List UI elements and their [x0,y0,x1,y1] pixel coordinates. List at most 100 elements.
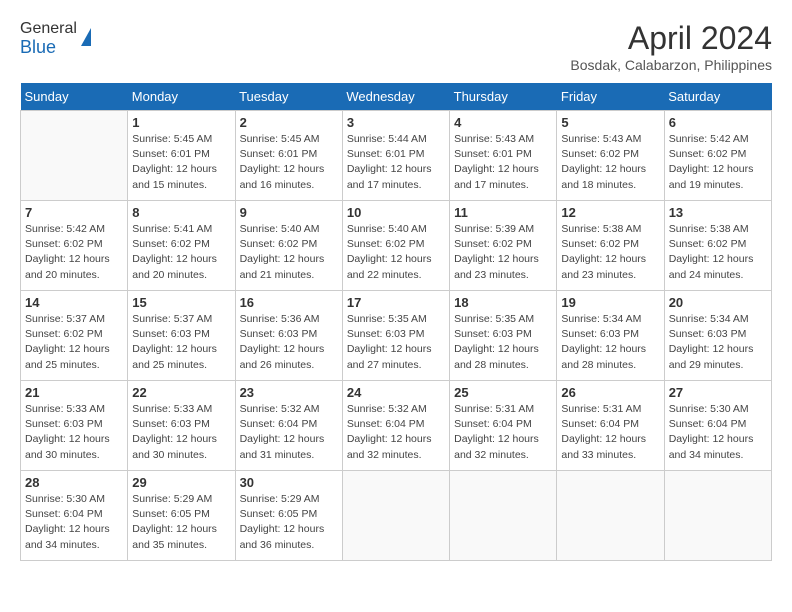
calendar-cell: 3 Sunrise: 5:44 AM Sunset: 6:01 PM Daylig… [342,111,449,201]
day-info: Sunrise: 5:29 AM Sunset: 6:05 PM Dayligh… [240,492,338,553]
calendar-cell: 4Sunrise: 5:43 AM Sunset: 6:01 PM Daylig… [450,111,557,201]
day-number: 25 [454,385,552,400]
day-number: 8 [132,205,230,220]
day-info: Sunrise: 5:34 AM Sunset: 6:03 PM Dayligh… [669,312,767,373]
calendar-week-row: 28 Sunrise: 5:30 AM Sunset: 6:04 PM Dayli… [21,471,772,561]
day-info: Sunrise: 5:35 AM Sunset: 6:03 PM Dayligh… [347,312,445,373]
calendar-cell: 15 Sunrise: 5:37 AM Sunset: 6:03 PM Dayli… [128,291,235,381]
column-header-wednesday: Wednesday [342,83,449,111]
day-number: 15 [132,295,230,310]
calendar-week-row: 7 Sunrise: 5:42 AM Sunset: 6:02 PM Daylig… [21,201,772,291]
day-number: 7 [25,205,123,220]
day-number: 9 [240,205,338,220]
calendar-cell: 14Sunrise: 5:37 AM Sunset: 6:02 PM Dayli… [21,291,128,381]
calendar-cell: 7 Sunrise: 5:42 AM Sunset: 6:02 PM Daylig… [21,201,128,291]
calendar-cell: 28 Sunrise: 5:30 AM Sunset: 6:04 PM Dayli… [21,471,128,561]
calendar-cell: 26 Sunrise: 5:31 AM Sunset: 6:04 PM Dayli… [557,381,664,471]
logo-general: General [20,20,77,38]
page-header: General Blue April 2024 Bosdak, Calabarz… [20,20,772,73]
location-subtitle: Bosdak, Calabarzon, Philippines [570,57,772,73]
calendar-cell [450,471,557,561]
day-number: 11 [454,205,552,220]
calendar-cell: 13 Sunrise: 5:38 AM Sunset: 6:02 PM Dayli… [664,201,771,291]
day-info: Sunrise: 5:43 AM Sunset: 6:02 PM Dayligh… [561,132,659,193]
day-info: Sunrise: 5:45 AM Sunset: 6:01 PM Dayligh… [240,132,338,193]
day-number: 5 [561,115,659,130]
column-header-thursday: Thursday [450,83,557,111]
day-number: 18 [454,295,552,310]
day-number: 23 [240,385,338,400]
column-header-tuesday: Tuesday [235,83,342,111]
calendar-cell: 20Sunrise: 5:34 AM Sunset: 6:03 PM Dayli… [664,291,771,381]
calendar-header-row: SundayMondayTuesdayWednesdayThursdayFrid… [21,83,772,111]
calendar-cell: 8 Sunrise: 5:41 AM Sunset: 6:02 PM Daylig… [128,201,235,291]
logo-text: General Blue [20,20,77,57]
day-info: Sunrise: 5:37 AM Sunset: 6:03 PM Dayligh… [132,312,230,373]
calendar-cell: 2 Sunrise: 5:45 AM Sunset: 6:01 PM Daylig… [235,111,342,201]
calendar-week-row: 1 Sunrise: 5:45 AM Sunset: 6:01 PM Daylig… [21,111,772,201]
day-number: 13 [669,205,767,220]
day-info: Sunrise: 5:31 AM Sunset: 6:04 PM Dayligh… [561,402,659,463]
calendar-table: SundayMondayTuesdayWednesdayThursdayFrid… [20,83,772,561]
day-info: Sunrise: 5:40 AM Sunset: 6:02 PM Dayligh… [347,222,445,283]
calendar-cell: 17 Sunrise: 5:35 AM Sunset: 6:03 PM Dayli… [342,291,449,381]
calendar-cell [557,471,664,561]
day-info: Sunrise: 5:30 AM Sunset: 6:04 PM Dayligh… [25,492,123,553]
day-info: Sunrise: 5:31 AM Sunset: 6:04 PM Dayligh… [454,402,552,463]
day-number: 2 [240,115,338,130]
day-number: 16 [240,295,338,310]
day-number: 27 [669,385,767,400]
day-number: 6 [669,115,767,130]
calendar-cell [342,471,449,561]
day-number: 3 [347,115,445,130]
day-number: 30 [240,475,338,490]
column-header-monday: Monday [128,83,235,111]
calendar-cell: 27Sunrise: 5:30 AM Sunset: 6:04 PM Dayli… [664,381,771,471]
day-info: Sunrise: 5:34 AM Sunset: 6:03 PM Dayligh… [561,312,659,373]
day-info: Sunrise: 5:38 AM Sunset: 6:02 PM Dayligh… [669,222,767,283]
calendar-week-row: 21Sunrise: 5:33 AM Sunset: 6:03 PM Dayli… [21,381,772,471]
day-number: 19 [561,295,659,310]
day-number: 17 [347,295,445,310]
calendar-cell: 24Sunrise: 5:32 AM Sunset: 6:04 PM Dayli… [342,381,449,471]
day-number: 12 [561,205,659,220]
day-info: Sunrise: 5:45 AM Sunset: 6:01 PM Dayligh… [132,132,230,193]
calendar-cell: 23Sunrise: 5:32 AM Sunset: 6:04 PM Dayli… [235,381,342,471]
day-number: 10 [347,205,445,220]
calendar-cell [664,471,771,561]
calendar-cell: 18Sunrise: 5:35 AM Sunset: 6:03 PM Dayli… [450,291,557,381]
calendar-cell: 12 Sunrise: 5:38 AM Sunset: 6:02 PM Dayli… [557,201,664,291]
calendar-cell: 21Sunrise: 5:33 AM Sunset: 6:03 PM Dayli… [21,381,128,471]
calendar-week-row: 14Sunrise: 5:37 AM Sunset: 6:02 PM Dayli… [21,291,772,381]
logo: General Blue [20,20,91,57]
day-info: Sunrise: 5:42 AM Sunset: 6:02 PM Dayligh… [25,222,123,283]
day-info: Sunrise: 5:42 AM Sunset: 6:02 PM Dayligh… [669,132,767,193]
day-info: Sunrise: 5:39 AM Sunset: 6:02 PM Dayligh… [454,222,552,283]
calendar-cell: 5 Sunrise: 5:43 AM Sunset: 6:02 PM Daylig… [557,111,664,201]
day-number: 4 [454,115,552,130]
day-number: 28 [25,475,123,490]
day-number: 29 [132,475,230,490]
calendar-cell: 29Sunrise: 5:29 AM Sunset: 6:05 PM Dayli… [128,471,235,561]
day-info: Sunrise: 5:41 AM Sunset: 6:02 PM Dayligh… [132,222,230,283]
calendar-cell: 11 Sunrise: 5:39 AM Sunset: 6:02 PM Dayli… [450,201,557,291]
column-header-saturday: Saturday [664,83,771,111]
calendar-cell: 9Sunrise: 5:40 AM Sunset: 6:02 PM Daylig… [235,201,342,291]
calendar-cell: 19 Sunrise: 5:34 AM Sunset: 6:03 PM Dayli… [557,291,664,381]
day-number: 22 [132,385,230,400]
day-number: 26 [561,385,659,400]
day-number: 21 [25,385,123,400]
day-info: Sunrise: 5:32 AM Sunset: 6:04 PM Dayligh… [347,402,445,463]
day-info: Sunrise: 5:44 AM Sunset: 6:01 PM Dayligh… [347,132,445,193]
day-number: 1 [132,115,230,130]
calendar-cell: 6 Sunrise: 5:42 AM Sunset: 6:02 PM Daylig… [664,111,771,201]
calendar-cell: 10 Sunrise: 5:40 AM Sunset: 6:02 PM Dayli… [342,201,449,291]
month-title: April 2024 [570,20,772,57]
day-info: Sunrise: 5:38 AM Sunset: 6:02 PM Dayligh… [561,222,659,283]
column-header-friday: Friday [557,83,664,111]
logo-blue: Blue [20,38,77,58]
column-header-sunday: Sunday [21,83,128,111]
day-info: Sunrise: 5:36 AM Sunset: 6:03 PM Dayligh… [240,312,338,373]
day-info: Sunrise: 5:37 AM Sunset: 6:02 PM Dayligh… [25,312,123,373]
title-block: April 2024 Bosdak, Calabarzon, Philippin… [570,20,772,73]
